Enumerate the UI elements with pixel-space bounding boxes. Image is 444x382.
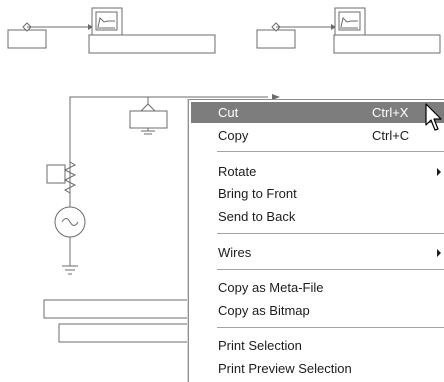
menu-item-label: Copy — [218, 128, 249, 143]
menu-separator — [217, 151, 444, 152]
wire-2[interactable] — [276, 24, 336, 30]
mouse-pointer-icon — [425, 103, 442, 131]
label-box-1[interactable] — [88, 34, 216, 54]
menu-item-label: Cut — [218, 105, 239, 120]
menu-item-cut[interactable]: Cut Ctrl+X — [191, 102, 444, 123]
submenu-arrow-icon — [437, 249, 441, 257]
menu-item-label: Bring to Front — [218, 186, 297, 201]
menu-item-copy[interactable]: Copy Ctrl+C — [191, 125, 444, 146]
menu-item-send-to-back[interactable]: Send to Back — [191, 206, 444, 227]
menu-item-copy-as-bitmap[interactable]: Copy as Bitmap — [191, 300, 444, 321]
scope-block-1[interactable] — [91, 7, 123, 36]
menu-item-copy-as-meta-file[interactable]: Copy as Meta-File — [191, 277, 444, 298]
menu-item-shortcut: Ctrl+X — [372, 105, 409, 120]
menu-item-print-selection[interactable]: Print Selection — [191, 335, 444, 356]
menu-item-label: Rotate — [218, 164, 257, 179]
menu-item-bring-to-front[interactable]: Bring to Front — [191, 183, 444, 204]
menu-separator — [217, 269, 444, 270]
menu-item-label: Print Selection — [218, 338, 302, 353]
submenu-arrow-icon — [437, 168, 441, 176]
wire-1[interactable] — [27, 24, 93, 30]
menu-item-rotate[interactable]: Rotate — [191, 161, 444, 182]
label-box-2[interactable] — [333, 34, 441, 54]
ground-symbol — [62, 265, 78, 275]
menu-item-print-preview-selection[interactable]: Print Preview Selection — [191, 358, 444, 379]
ac-source[interactable] — [54, 206, 86, 266]
scope-block-2[interactable] — [334, 7, 366, 36]
menu-item-label: Print Preview Selection — [218, 361, 352, 376]
label-box-3[interactable] — [43, 299, 195, 319]
menu-item-label: Wires — [218, 245, 252, 260]
menu-separator — [217, 233, 444, 234]
menu-item-label: Copy as Bitmap — [218, 303, 310, 318]
context-menu: Cut Ctrl+X Copy Ctrl+C Rotate Bring to F… — [188, 99, 444, 382]
menu-item-shortcut: Ctrl+C — [372, 128, 410, 143]
label-box-4[interactable] — [58, 323, 195, 343]
menu-separator — [217, 327, 444, 328]
menu-item-wires[interactable]: Wires — [191, 242, 444, 263]
menu-item-label: Send to Back — [218, 209, 296, 224]
probe-block[interactable] — [129, 97, 168, 135]
resistor[interactable] — [46, 158, 77, 205]
menu-item-label: Copy as Meta-File — [218, 280, 324, 295]
